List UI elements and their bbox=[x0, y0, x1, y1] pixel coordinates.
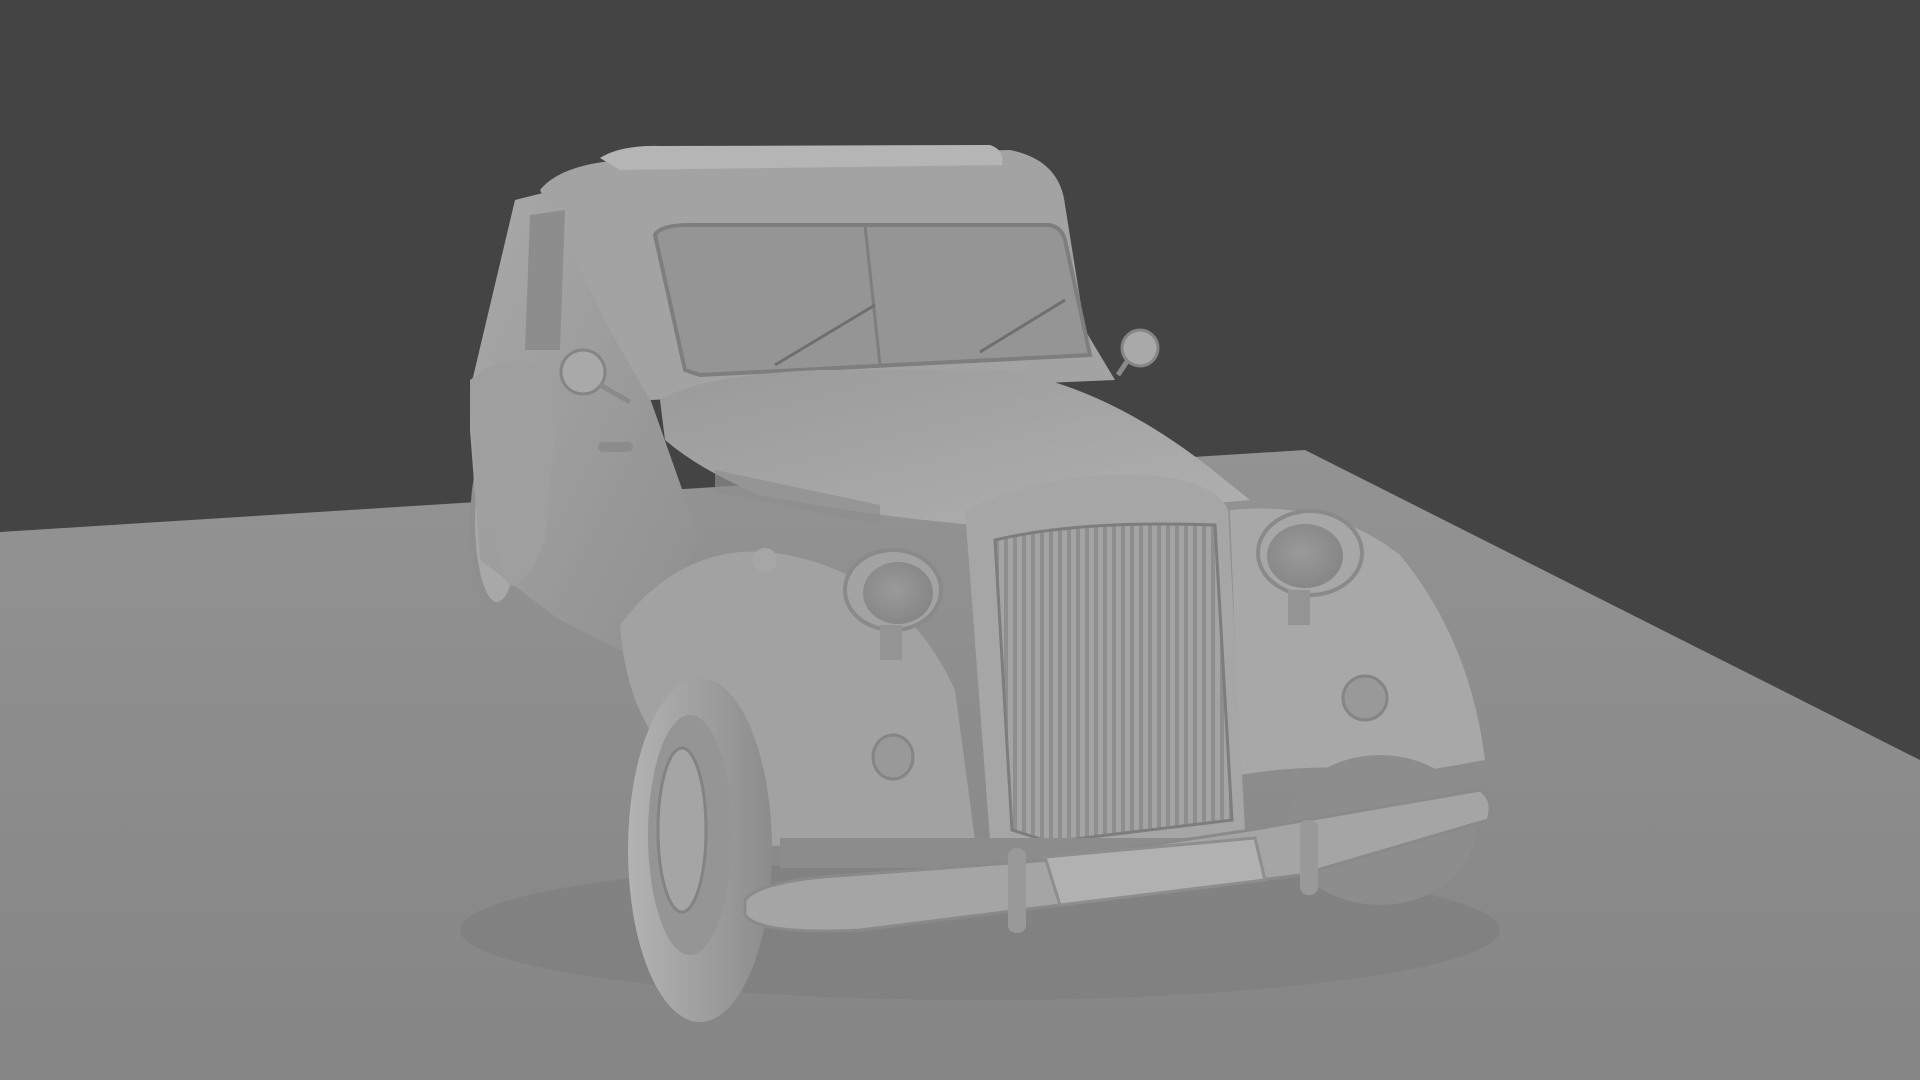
radiator-grille bbox=[993, 522, 1234, 844]
fog-lamp-left bbox=[871, 733, 915, 781]
render-viewport bbox=[0, 0, 1920, 1080]
side-window bbox=[525, 210, 565, 350]
door-handle bbox=[598, 442, 633, 452]
bumper-guard-right bbox=[1300, 820, 1318, 895]
fog-lamp-right bbox=[1341, 674, 1389, 722]
bumper-guard-left bbox=[1008, 848, 1026, 933]
front-left-wheel bbox=[628, 678, 772, 1022]
sidelight-left bbox=[753, 548, 777, 572]
